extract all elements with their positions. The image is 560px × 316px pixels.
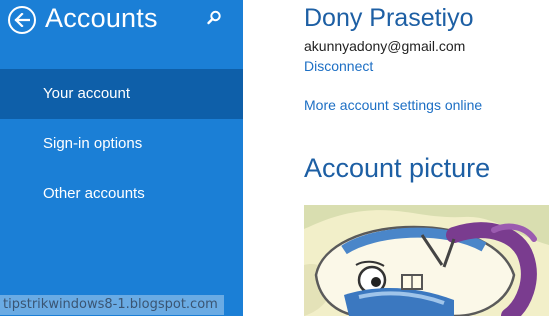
sidebar-item-sign-in-options[interactable]: Sign-in options	[0, 119, 243, 169]
back-arrow-icon	[14, 13, 30, 27]
sidebar: Accounts Your account Sign-in options Ot…	[0, 0, 243, 316]
sidebar-title: Accounts	[45, 3, 158, 33]
user-name: Dony Prasetiyo	[304, 4, 474, 32]
sidebar-item-your-account[interactable]: Your account	[0, 69, 243, 119]
sidebar-item-label: Other accounts	[43, 185, 145, 202]
sidebar-item-label: Your account	[43, 85, 131, 102]
account-content: Dony Prasetiyo akunnyadony@gmail.com Dis…	[243, 0, 560, 316]
sidebar-item-label: Sign-in options	[43, 135, 143, 152]
account-picture[interactable]	[304, 205, 549, 316]
sidebar-item-other-accounts[interactable]: Other accounts	[0, 169, 243, 219]
user-email: akunnyadony@gmail.com	[304, 38, 466, 54]
more-account-settings-link[interactable]: More account settings online	[304, 97, 482, 113]
back-button[interactable]	[8, 6, 36, 34]
account-picture-heading: Account picture	[304, 153, 491, 183]
disconnect-link[interactable]: Disconnect	[304, 58, 373, 74]
search-icon[interactable]	[205, 9, 223, 27]
watermark: tipstrikwindows8-1.blogspot.com	[0, 295, 224, 315]
